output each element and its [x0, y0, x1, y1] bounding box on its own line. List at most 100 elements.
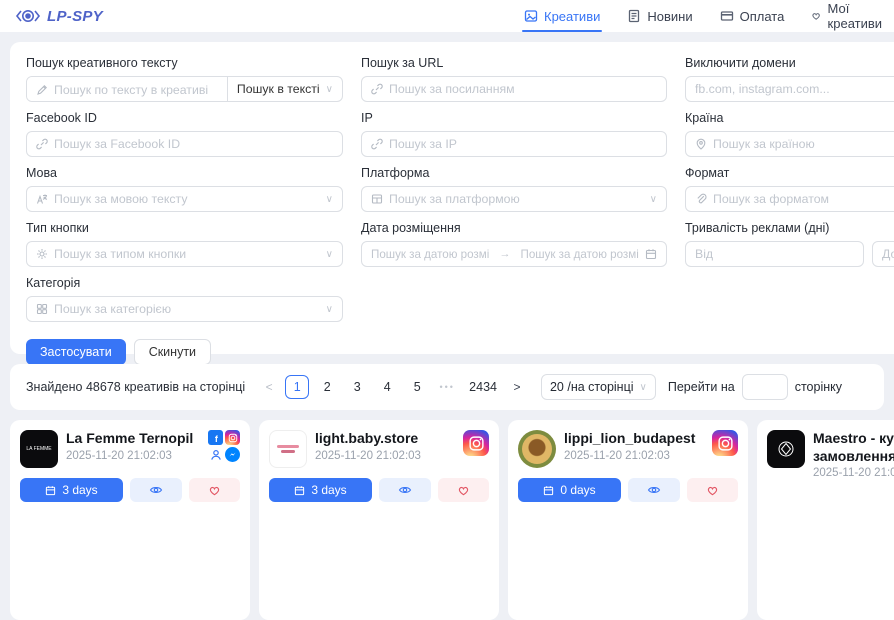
filter-label: Категорія [26, 276, 343, 290]
reset-button[interactable]: Скинути [134, 339, 211, 365]
filter-label: Тип кнопки [26, 221, 343, 235]
filter-exclude-domains: Виключити домени [685, 56, 894, 102]
card-title: Maestro - кухні, меблі на замовлення в У… [813, 430, 894, 465]
nav-tab-creatives[interactable]: Креативи [524, 0, 600, 32]
card-date: 2025-11-20 21:02:03 [813, 467, 894, 479]
calendar-icon [645, 248, 657, 260]
days-button[interactable]: 3 days [269, 478, 372, 502]
pagination-page-1[interactable]: 1 [285, 375, 309, 399]
facebook-id-input[interactable] [54, 137, 333, 151]
days-button[interactable]: 0 days [518, 478, 621, 502]
url-input[interactable] [389, 82, 657, 96]
favorite-button[interactable] [687, 478, 739, 502]
translate-icon [36, 193, 48, 205]
creative-card[interactable]: Maestro - кухні, меблі на замовлення в У… [757, 420, 894, 620]
link-icon [371, 83, 383, 95]
eye-icon [647, 483, 661, 497]
exclude-domains-input[interactable] [695, 82, 894, 96]
format-select[interactable] [713, 192, 894, 206]
heart-icon [811, 9, 821, 23]
heart-icon [208, 484, 221, 497]
nav-label: Оплата [740, 9, 785, 24]
location-pin-icon [695, 138, 707, 150]
filter-country: Країна [685, 111, 894, 157]
pagination-next-button[interactable]: > [507, 380, 527, 394]
instagram-icon [712, 430, 738, 456]
filter-language: Мова ∨ [26, 166, 343, 212]
grid-table-icon [371, 193, 383, 205]
goto-page: Перейти на сторінку [668, 374, 842, 400]
duration-from-input[interactable] [695, 247, 854, 261]
text-search-mode-select[interactable]: Пошук в тексті ∨ [227, 77, 342, 101]
pagination-page-3[interactable]: 3 [345, 375, 369, 399]
filter-label: Пошук креативного тексту [26, 56, 343, 70]
app-logo[interactable]: LP-SPY [14, 8, 103, 25]
card-date: 2025-11-20 21:02:03 [564, 450, 706, 462]
nav-label: Новини [647, 9, 692, 24]
creative-card[interactable]: LA FEMME La Femme Ternopil 2025-11-20 21… [10, 420, 250, 620]
date-range-picker[interactable]: Пошук за датою розміщення → Пошук за дат… [361, 241, 667, 267]
filter-button-type: Тип кнопки ∨ [26, 221, 343, 267]
days-label: 3 days [62, 483, 97, 497]
calendar-icon [45, 485, 56, 496]
filter-label: Пошук за URL [361, 56, 667, 70]
pagination-page-2[interactable]: 2 [315, 375, 339, 399]
goto-page-input[interactable] [742, 374, 788, 400]
card-date: 2025-11-20 21:02:03 [66, 450, 202, 462]
filter-label: Мова [26, 166, 343, 180]
nav-tab-news[interactable]: Новини [627, 0, 692, 32]
country-input[interactable] [713, 137, 894, 151]
creative-card[interactable]: light.baby.store 2025-11-20 21:02:03 3 d… [259, 420, 499, 620]
pagination-prev-button[interactable]: < [259, 380, 279, 394]
link-icon [36, 138, 48, 150]
nav-tab-payment[interactable]: Оплата [720, 0, 785, 32]
favorite-button[interactable] [438, 478, 490, 502]
view-button[interactable] [379, 478, 431, 502]
view-button[interactable] [628, 478, 680, 502]
pagination-ellipsis[interactable]: ••• [435, 382, 459, 392]
filter-category: Категорія ∨ [26, 276, 343, 322]
button-type-select[interactable] [54, 247, 320, 261]
brand-avatar: LA FEMME [20, 430, 58, 468]
pagination-page-5[interactable]: 5 [405, 375, 429, 399]
duration-to-input[interactable] [882, 247, 894, 261]
filter-url: Пошук за URL [361, 56, 667, 102]
chevron-down-icon: ∨ [650, 194, 657, 205]
chevron-down-icon: ∨ [326, 194, 333, 205]
card-icon [720, 9, 734, 23]
creative-card[interactable]: lippi_lion_budapest 2025-11-20 21:02:03 … [508, 420, 748, 620]
nav-tab-my-creatives[interactable]: Мої креативи [811, 0, 885, 32]
filter-label: Платформа [361, 166, 667, 180]
creative-text-input[interactable] [54, 83, 218, 97]
avatar-text: LA FEMME [26, 446, 51, 453]
apply-button[interactable]: Застосувати [26, 339, 126, 365]
paperclip-icon [695, 193, 707, 205]
eye-logo-icon [14, 8, 42, 24]
per-page-select[interactable]: 20 /на сторінці ∨ [541, 374, 656, 400]
card-title: lippi_lion_budapest [564, 430, 706, 448]
calendar-icon [543, 485, 554, 496]
category-select[interactable] [54, 302, 320, 316]
platform-select[interactable] [389, 192, 644, 206]
messenger-icon [225, 447, 240, 462]
filter-label: Країна [685, 111, 894, 125]
view-button[interactable] [130, 478, 182, 502]
filter-label: Дата розміщення [361, 221, 667, 235]
instagram-icon [463, 430, 489, 456]
gear-icon [36, 248, 48, 260]
top-header: LP-SPY Креативи Новини Оплата Мої креати… [0, 0, 894, 32]
brand-logo-icon [776, 439, 796, 459]
pagination-last-page[interactable]: 2434 [465, 375, 501, 399]
filter-ip: IP [361, 111, 667, 157]
chevron-down-icon: ∨ [326, 304, 333, 315]
filters-panel: Пошук креативного тексту Пошук в тексті … [10, 42, 894, 354]
favorite-button[interactable] [189, 478, 241, 502]
days-button[interactable]: 3 days [20, 478, 123, 502]
brand-avatar [767, 430, 805, 468]
news-icon [627, 9, 641, 23]
nav-label: Мої креативи [828, 1, 886, 31]
ip-input[interactable] [389, 137, 657, 151]
date-to-placeholder: Пошук за датою розміщення [521, 248, 640, 261]
language-select[interactable] [54, 192, 320, 206]
pagination-page-4[interactable]: 4 [375, 375, 399, 399]
